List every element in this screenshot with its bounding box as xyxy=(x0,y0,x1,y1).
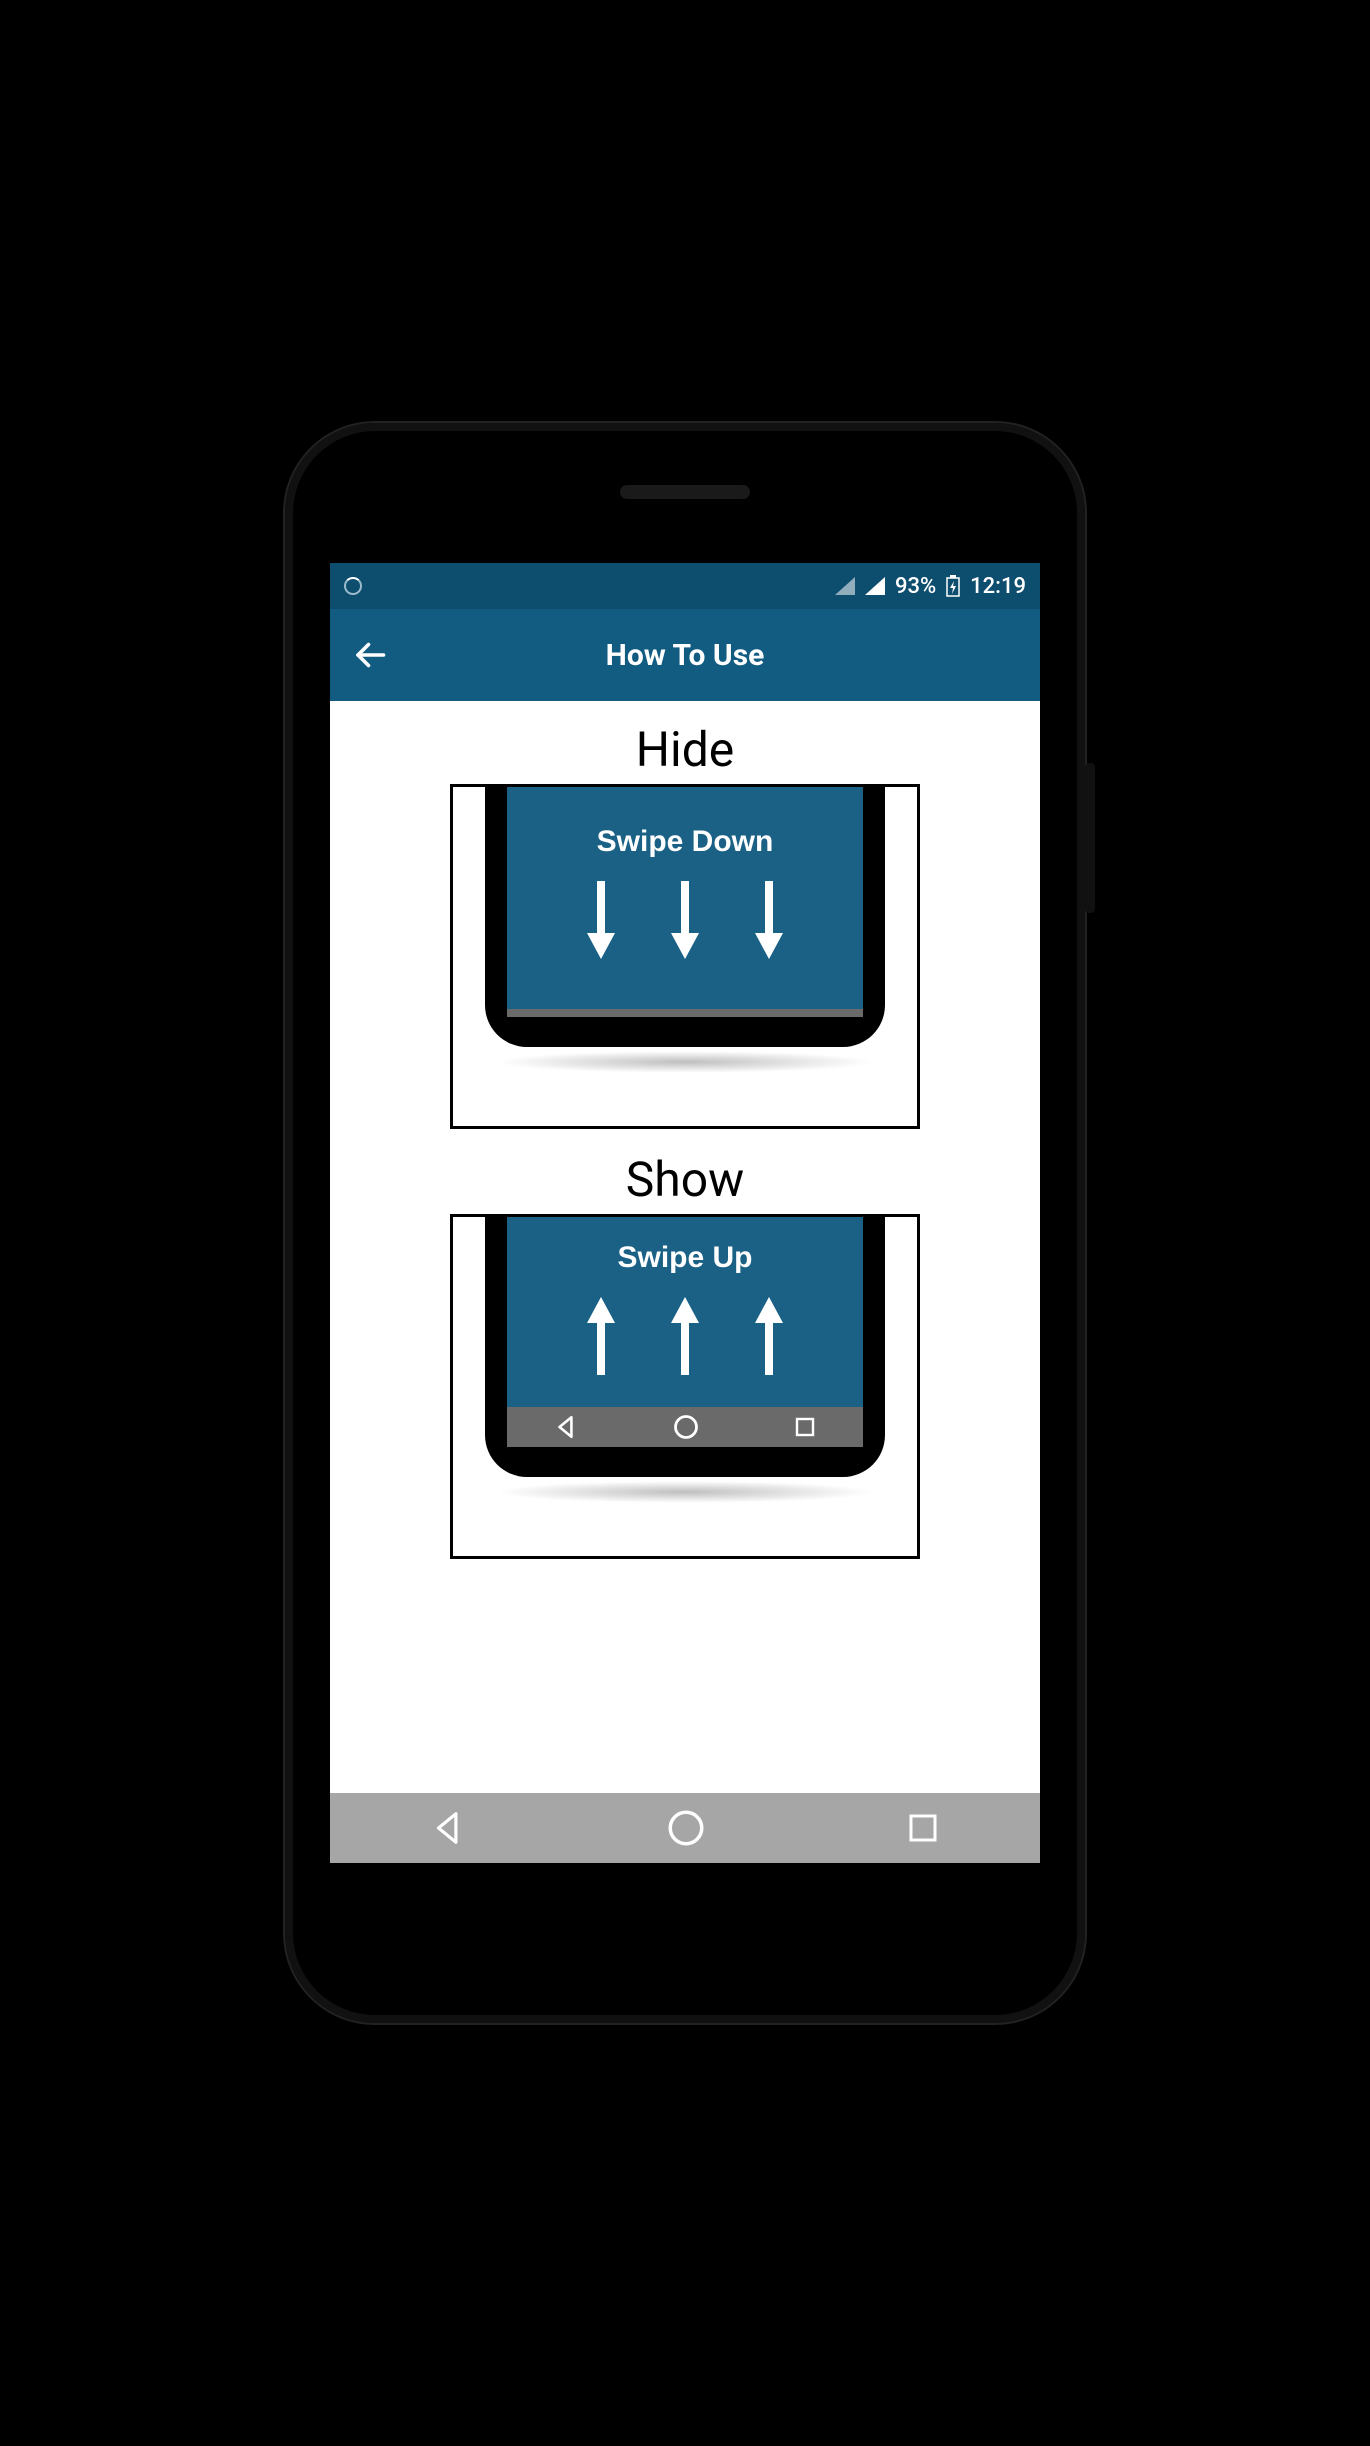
nav-recent-icon xyxy=(905,1810,941,1846)
section-title-show: Show xyxy=(626,1151,744,1208)
app-bar: How To Use xyxy=(330,609,1040,701)
arrow-down-icon xyxy=(755,881,783,959)
arrow-down-icon xyxy=(671,881,699,959)
shadow xyxy=(495,1481,875,1503)
device-side-button xyxy=(1085,763,1095,913)
arrow-up-icon xyxy=(755,1297,783,1375)
arrow-up-icon xyxy=(671,1297,699,1375)
system-back-button[interactable] xyxy=(429,1809,467,1847)
arrow-down-icon xyxy=(587,881,615,959)
back-arrow-icon xyxy=(352,637,388,673)
back-button[interactable] xyxy=(350,635,390,675)
signal-icon xyxy=(865,577,885,595)
nav-recent-icon xyxy=(793,1415,817,1439)
arrows-up xyxy=(587,1297,783,1375)
arrow-up-icon xyxy=(587,1297,615,1375)
signal-icon xyxy=(835,577,855,595)
illustration-show: Swipe Up xyxy=(450,1214,920,1559)
system-recent-button[interactable] xyxy=(905,1810,941,1846)
nav-home-icon xyxy=(665,1807,707,1849)
mini-navbar xyxy=(507,1407,863,1447)
nav-home-icon xyxy=(672,1413,700,1441)
battery-charging-icon xyxy=(946,575,960,597)
illustration-hide: Swipe Down xyxy=(450,784,920,1129)
gesture-label-show: Swipe Up xyxy=(617,1241,752,1275)
device-mockup: 93% 12:19 How To Use Hide xyxy=(285,423,1085,2023)
nav-back-icon xyxy=(553,1414,579,1440)
arrows-down xyxy=(587,881,783,959)
nav-back-icon xyxy=(429,1809,467,1847)
section-title-hide: Hide xyxy=(636,721,734,778)
spinner-icon xyxy=(344,577,362,595)
gesture-label-hide: Swipe Down xyxy=(597,825,774,859)
battery-percent: 93% xyxy=(895,574,936,599)
shadow xyxy=(495,1051,875,1073)
clock: 12:19 xyxy=(970,574,1026,599)
mini-navbar-collapsed xyxy=(507,1009,863,1017)
content: Hide Swipe Down xyxy=(330,701,1040,1793)
status-bar: 93% 12:19 xyxy=(330,563,1040,609)
device-speaker xyxy=(620,485,750,499)
system-nav-bar xyxy=(330,1793,1040,1863)
page-title: How To Use xyxy=(606,638,765,673)
screen: 93% 12:19 How To Use Hide xyxy=(330,563,1040,1863)
system-home-button[interactable] xyxy=(665,1807,707,1849)
